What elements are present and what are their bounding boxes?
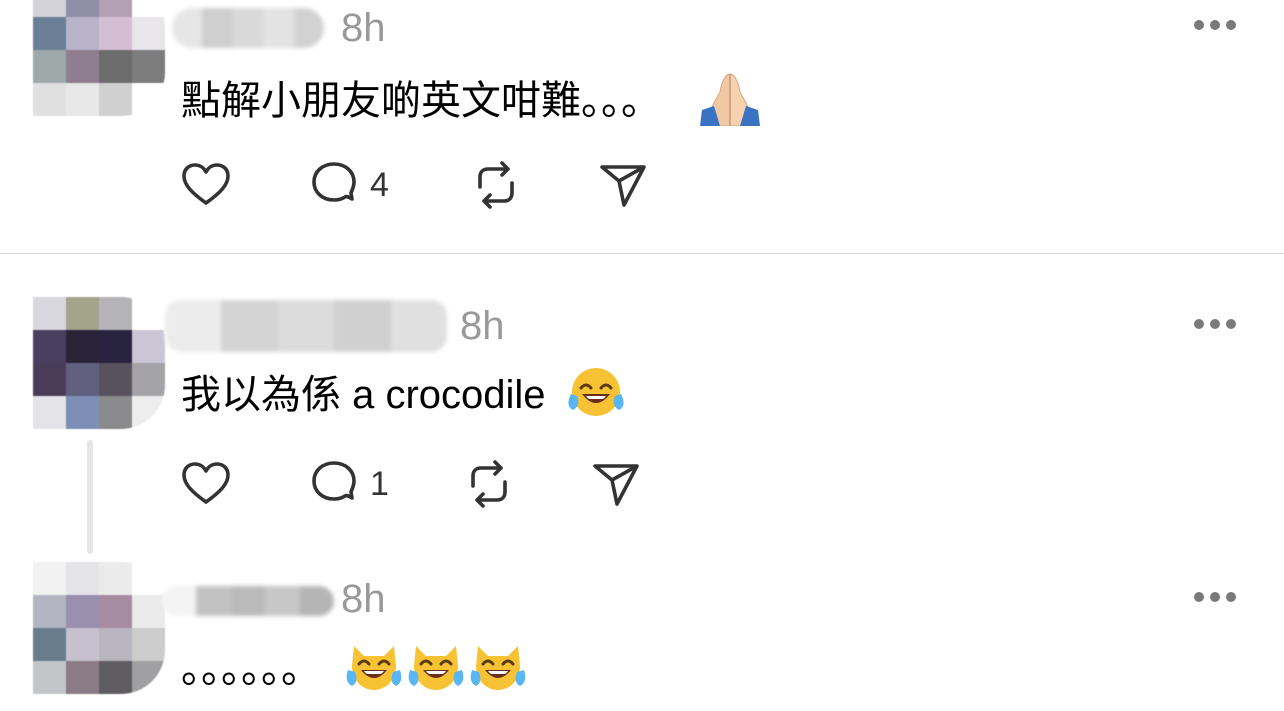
send-icon	[593, 464, 639, 506]
more-dot-icon	[1210, 319, 1220, 329]
more-dot-icon	[1226, 20, 1236, 30]
post-time: 8h	[341, 577, 386, 621]
username-blurred[interactable]	[165, 300, 447, 352]
grinning-cat-with-tears-emoji-icon	[346, 640, 402, 703]
face-with-tears-of-joy-emoji-icon	[567, 366, 625, 429]
username-blurred[interactable]	[162, 586, 334, 616]
avatar[interactable]	[33, 562, 165, 694]
more-options-button[interactable]	[1194, 591, 1236, 603]
post-text: 我以為係 a crocodile	[181, 366, 625, 429]
share-button[interactable]	[589, 456, 645, 512]
more-dot-icon	[1210, 20, 1220, 30]
post-text-body: 。。。。。。	[181, 647, 321, 692]
like-button[interactable]	[178, 456, 234, 512]
repost-icon	[471, 460, 507, 508]
send-icon	[600, 165, 646, 207]
more-dot-icon	[1226, 319, 1236, 329]
more-dot-icon	[1210, 592, 1220, 602]
avatar[interactable]	[33, 0, 165, 116]
more-dot-icon	[1194, 319, 1204, 329]
emoji-group	[346, 646, 526, 691]
like-button[interactable]	[178, 157, 234, 213]
share-button[interactable]	[596, 157, 652, 213]
heart-icon	[182, 462, 230, 504]
reply-button[interactable]: 4	[306, 157, 389, 213]
reply-button[interactable]: 1	[306, 456, 389, 512]
reply-count: 1	[370, 464, 389, 503]
more-dot-icon	[1226, 592, 1236, 602]
heart-icon	[182, 163, 230, 205]
comment-icon	[312, 162, 356, 202]
repost-button[interactable]	[468, 157, 524, 213]
username-blurred[interactable]	[172, 8, 324, 48]
post-text-body: 點解小朋友啲英文咁難。。。	[181, 79, 661, 124]
more-dot-icon	[1194, 592, 1204, 602]
comment-icon	[312, 461, 356, 501]
avatar[interactable]	[33, 297, 165, 429]
grinning-cat-with-tears-emoji-icon	[408, 640, 464, 703]
post-time: 8h	[460, 304, 505, 348]
thread-line	[87, 440, 93, 554]
post-text: 點解小朋友啲英文咁難。。。	[181, 70, 761, 137]
more-options-button[interactable]	[1194, 318, 1236, 330]
more-dot-icon	[1194, 20, 1204, 30]
post-text: 。。。。。。	[181, 640, 526, 703]
reply-count: 4	[370, 165, 389, 204]
grinning-cat-with-tears-emoji-icon	[470, 640, 526, 703]
repost-button[interactable]	[461, 456, 517, 512]
post-text-body: 我以為係 a crocodile	[181, 373, 546, 418]
post-divider	[0, 253, 1284, 254]
post-time: 8h	[341, 6, 386, 50]
more-options-button[interactable]	[1194, 19, 1236, 31]
folded-hands-emoji-icon	[700, 70, 761, 137]
repost-icon	[478, 161, 514, 209]
